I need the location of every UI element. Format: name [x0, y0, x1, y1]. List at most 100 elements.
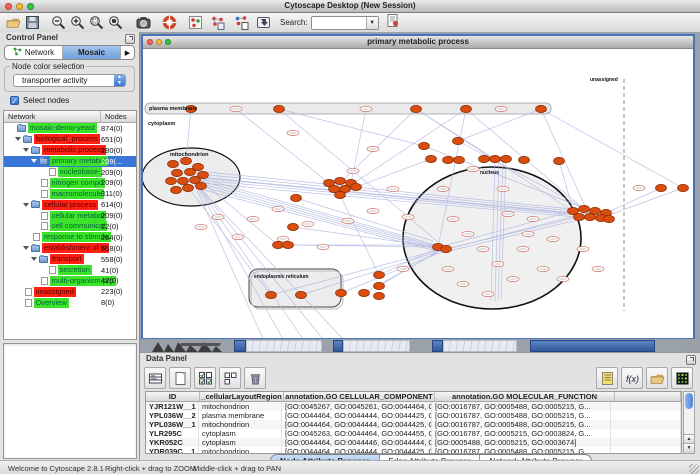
tree-row[interactable]: unassigned223(0) — [4, 286, 136, 297]
search-input[interactable]: ▼ — [311, 16, 379, 30]
column-header[interactable]: ID — [146, 392, 200, 401]
new-network-from-selection-icon[interactable] — [234, 15, 250, 31]
snapshot-icon[interactable] — [136, 15, 152, 31]
minimized-window[interactable] — [234, 340, 246, 352]
tree-row[interactable]: mosaic-demo-yeast874(0) — [4, 123, 136, 134]
new-attribute-icon[interactable] — [169, 367, 191, 389]
minimized-window[interactable] — [443, 340, 517, 352]
float-panel-icon[interactable] — [686, 355, 696, 365]
birds-eye-view[interactable] — [3, 343, 137, 459]
tree-row[interactable]: cellular process614(0) — [4, 199, 136, 210]
save-icon[interactable] — [25, 15, 41, 31]
tree-row[interactable]: primary metabol209(... — [4, 156, 136, 167]
table-row[interactable]: YPL036W__1mitochondrion[GO:0044464, GO:0… — [146, 420, 681, 429]
tree-col-network[interactable]: Network — [4, 111, 101, 122]
select-mode-icon[interactable] — [188, 15, 204, 31]
zoom-fit-icon[interactable] — [108, 15, 124, 31]
table-row[interactable]: YDR039C__1mitochondrion[GO:0044464, GO:0… — [146, 447, 681, 454]
network-window-titlebar[interactable]: primary metabolic process — [143, 36, 693, 49]
matrix-icon[interactable] — [671, 367, 693, 389]
tree-row[interactable]: nitrogen compo209(0) — [4, 177, 136, 188]
expander-icon[interactable] — [23, 203, 29, 207]
network-window-title: primary metabolic process — [143, 36, 693, 48]
tree-row[interactable]: secretion41(0) — [4, 265, 136, 276]
expander-icon[interactable] — [31, 257, 37, 261]
tree-row[interactable]: Overview8(0) — [4, 297, 136, 308]
unselect-attributes-icon[interactable] — [219, 367, 241, 389]
zoom-in-icon[interactable] — [70, 15, 86, 31]
more-tabs-icon[interactable]: ▶ — [121, 46, 134, 59]
tab-network[interactable]: Network — [5, 46, 63, 59]
file-icon — [41, 190, 48, 198]
expander-icon[interactable] — [23, 148, 29, 152]
expander-icon[interactable] — [23, 246, 29, 250]
scrollbar-thumb[interactable] — [685, 393, 693, 409]
vizmapper-icon[interactable] — [256, 15, 272, 31]
minimized-window[interactable] — [343, 340, 410, 352]
tree-row[interactable]: metabolic process280(0) — [4, 145, 136, 156]
import-table-icon[interactable] — [646, 367, 668, 389]
minimized-window[interactable] — [432, 340, 443, 352]
table-row[interactable]: YKR052Ccytoplasm[GO:0044464, GO:0044446,… — [146, 438, 681, 447]
file-icon — [41, 222, 48, 230]
first-neighbors-icon[interactable] — [210, 15, 226, 31]
tree-row[interactable]: macromolecule311(0) — [4, 188, 136, 199]
tree-row-count: 209(... — [101, 157, 122, 166]
table-row[interactable]: YPL036W__2plasma membrane[GO:0044464, GO… — [146, 411, 681, 420]
combo-stepper-icon[interactable]: ▲▼ — [114, 75, 125, 86]
minimized-window[interactable] — [333, 340, 343, 352]
float-panel-icon[interactable] — [125, 34, 135, 44]
tree-row[interactable]: nucleobase-209(0) — [4, 167, 136, 178]
tree-row-label: cellular metabol — [50, 211, 107, 221]
table-scrollbar[interactable]: ▲ ▼ — [683, 391, 695, 454]
node-color-select[interactable]: transporter activity ▲▼ — [13, 74, 126, 87]
table-row[interactable]: YLR295Ccytoplasm[GO:0045263, GO:0044464,… — [146, 429, 681, 438]
delete-attribute-icon[interactable] — [244, 367, 266, 389]
tree-row[interactable]: cellular metabol209(0) — [4, 210, 136, 221]
minimized-window[interactable] — [246, 340, 322, 352]
expander-icon[interactable] — [31, 159, 37, 163]
svg-text:mitochondrion: mitochondrion — [170, 152, 209, 158]
network-desktop: primary metabolic process plasma membran… — [140, 32, 700, 352]
tree-row-label: nitrogen compo — [50, 178, 106, 188]
network-canvas[interactable]: plasma membranecytoplasmmitochondrionnuc… — [143, 49, 693, 338]
tree-row[interactable]: response to stimulu264(0) — [4, 232, 136, 243]
tree-row[interactable]: establishment of lo558(0) — [4, 243, 136, 254]
folder-icon — [23, 136, 32, 143]
table-cell: [GO:0044464, GO:0044446, GO:0044444, G..… — [282, 438, 432, 447]
scroll-down-icon[interactable]: ▼ — [684, 443, 694, 453]
column-header[interactable]: annotation.GO MOLECULAR_FUNCTION — [435, 392, 615, 401]
data-panel: Data Panel f(x) ID_cellularLayoutRegiona… — [140, 352, 700, 460]
column-header[interactable]: _cellularLayoutRegion — [200, 392, 284, 401]
tree-row-count: 651(0) — [101, 135, 123, 144]
svg-text:cytoplasm: cytoplasm — [148, 121, 175, 127]
attribute-list-icon[interactable] — [596, 367, 618, 389]
minimized-window[interactable] — [530, 340, 655, 352]
tree-row[interactable]: transport558(0) — [4, 254, 136, 265]
tree-row[interactable]: biological_process651(0) — [4, 134, 136, 145]
tree-col-nodes[interactable]: Nodes — [101, 111, 136, 122]
expander-icon[interactable] — [15, 137, 21, 141]
table-cell: [GO:0044464, GO:0044444, GO:0044425, G..… — [282, 411, 432, 420]
status-pan-hint: Middle-click + drag to PAN — [193, 464, 281, 473]
tab-mosaic[interactable]: Mosaic — [63, 46, 121, 59]
search-dropdown-icon[interactable]: ▼ — [366, 17, 378, 29]
column-header[interactable]: annotation.GO CELLULAR_COMPONENT — [284, 392, 435, 401]
select-attributes-icon[interactable] — [194, 367, 216, 389]
desktop-resize-grip[interactable] — [687, 341, 697, 351]
tree-row-label: secretion — [58, 265, 92, 275]
table-row[interactable]: YJR121W__1mitochondrion[GO:0045267, GO:0… — [146, 402, 681, 411]
tree-row[interactable]: cell communicat22(0) — [4, 221, 136, 232]
tree-row-count: 223(0) — [101, 287, 123, 296]
help-icon[interactable] — [162, 15, 178, 31]
window-resize-grip[interactable] — [689, 464, 699, 474]
formula-icon[interactable]: f(x) — [621, 367, 643, 389]
zoom-out-icon[interactable] — [51, 15, 67, 31]
select-nodes-checkbox[interactable]: ✓ — [10, 96, 19, 105]
open-icon[interactable] — [6, 15, 22, 31]
zoom-selected-icon[interactable] — [89, 15, 105, 31]
import-icon[interactable] — [385, 13, 401, 29]
svg-text:unassigned: unassigned — [590, 77, 618, 83]
tree-row[interactable]: multi-organism pro42(0) — [4, 275, 136, 286]
attribute-table-icon[interactable] — [144, 367, 166, 389]
